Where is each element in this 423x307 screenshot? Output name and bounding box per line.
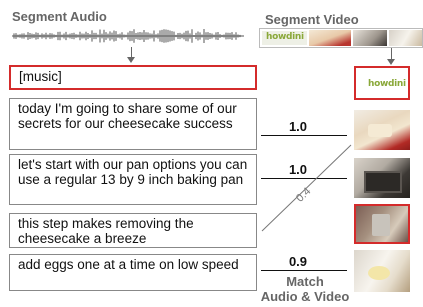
segment-box-eggs: add eggs one at a time on low speed bbox=[9, 254, 257, 291]
audio-arrow-head bbox=[127, 57, 135, 63]
thumbnail-cheesecake-slice bbox=[368, 124, 392, 137]
segment-box-music: [music] bbox=[9, 65, 257, 90]
segment-box-pan: let's start with our pan options you can… bbox=[9, 154, 257, 205]
video-arrow-head bbox=[387, 59, 395, 65]
thumbnail-logo-text: howdini bbox=[368, 79, 406, 89]
score-cheesecake: 1.0 bbox=[288, 119, 308, 134]
segment-audio-header: Segment Audio bbox=[12, 9, 107, 24]
video-strip-frame-pan bbox=[353, 30, 387, 46]
match-label-line1: Match bbox=[286, 274, 324, 289]
video-strip-frame-mixer bbox=[389, 30, 422, 46]
thumbnail-breeze bbox=[354, 204, 410, 244]
segment-text-breeze: this step makes removing the cheesecake … bbox=[18, 216, 194, 246]
segment-text-pan: let's start with our pan options you can… bbox=[18, 157, 248, 187]
thumbnail-eggs bbox=[354, 250, 410, 292]
segment-text-eggs: add eggs one at a time on low speed bbox=[18, 257, 239, 272]
thumbnail-logo: howdini bbox=[354, 66, 410, 100]
match-line-cheesecake bbox=[261, 135, 347, 136]
score-eggs: 0.9 bbox=[288, 254, 308, 269]
segment-video-header: Segment Video bbox=[265, 12, 359, 27]
segment-box-breeze: this step makes removing the cheesecake … bbox=[9, 213, 257, 248]
segment-text-cheesecake: today I'm going to share some of our sec… bbox=[18, 101, 237, 131]
segment-text-music: [music] bbox=[19, 69, 62, 84]
video-strip-logo-frame: howdini bbox=[262, 31, 307, 45]
video-strip: howdini bbox=[259, 28, 423, 48]
thumbnail-cheesecake bbox=[354, 110, 410, 150]
audio-waveform bbox=[12, 29, 244, 43]
thumbnail-breeze-detail bbox=[372, 214, 390, 236]
thumbnail-eggs-bowl bbox=[368, 266, 390, 280]
video-strip-logo: howdini bbox=[266, 32, 304, 42]
match-line-eggs bbox=[261, 270, 347, 271]
match-label-line2: Audio & Video bbox=[260, 289, 350, 304]
segment-box-cheesecake: today I'm going to share some of our sec… bbox=[9, 98, 257, 150]
thumbnail-pan-shape bbox=[364, 171, 402, 193]
video-strip-frame-cheesecake bbox=[309, 30, 351, 46]
thumbnail-pan bbox=[354, 158, 410, 198]
match-label: Match Audio & Video bbox=[257, 274, 353, 304]
